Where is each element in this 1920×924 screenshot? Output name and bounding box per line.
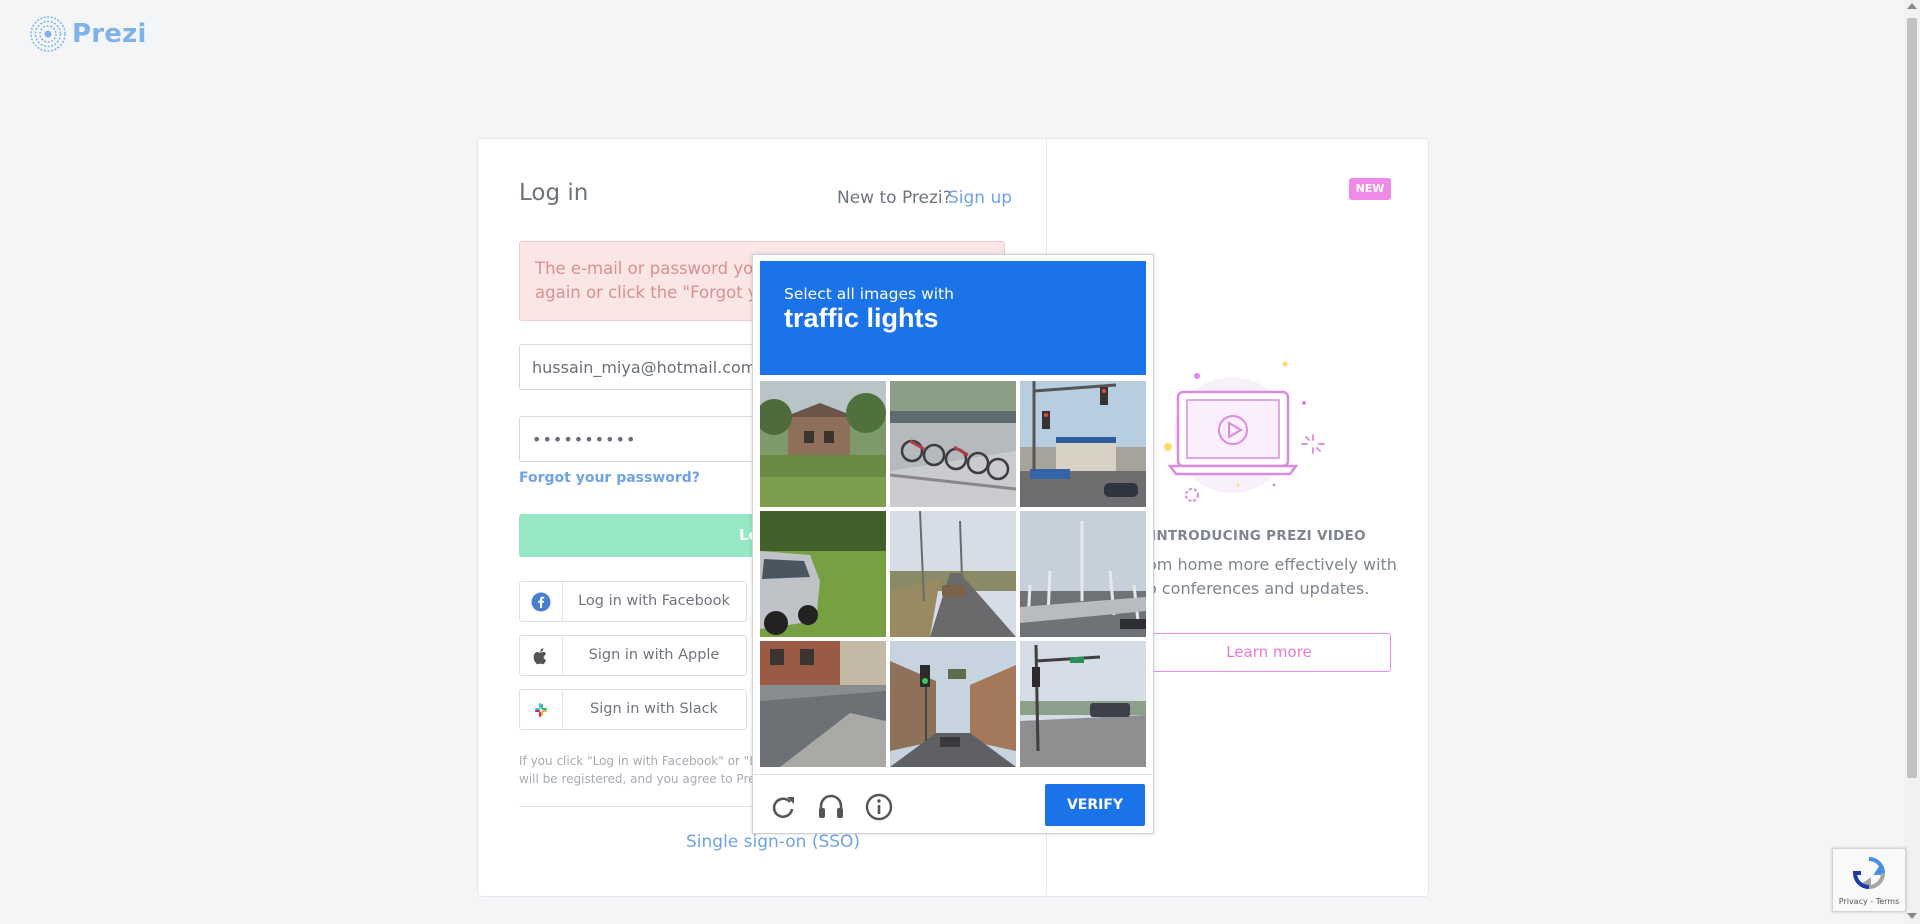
- slack-icon: [520, 690, 563, 729]
- captcha-tile-image: [760, 641, 886, 767]
- promo-description: om home more effectively with o conferen…: [1147, 553, 1397, 601]
- error-line-1: The e-mail or password you e: [535, 259, 780, 278]
- audio-icon[interactable]: [816, 792, 846, 822]
- login-title: Log in: [519, 180, 589, 206]
- scroll-up-arrow-icon[interactable]: [1907, 3, 1917, 9]
- prezi-logo[interactable]: Prezi: [30, 16, 147, 52]
- new-badge: NEW: [1349, 178, 1391, 200]
- slack-signin-label: Sign in with Slack: [590, 701, 718, 717]
- captcha-tile-3[interactable]: [1020, 381, 1146, 507]
- promo-desc-line-2: o conferences and updates.: [1147, 579, 1370, 598]
- facebook-login-button[interactable]: Log in with Facebook: [519, 581, 747, 622]
- forgot-password-link[interactable]: Forgot your password?: [519, 470, 700, 486]
- apple-signin-label: Sign in with Apple: [588, 647, 720, 663]
- recaptcha-badge[interactable]: Privacy - Terms: [1832, 848, 1906, 912]
- info-icon[interactable]: [864, 792, 894, 822]
- prezi-video-illustration: [1164, 361, 1325, 502]
- captcha-tile-8[interactable]: [890, 641, 1016, 767]
- captcha-tile-9[interactable]: [1020, 641, 1146, 767]
- verify-button[interactable]: VERIFY: [1045, 784, 1145, 826]
- captcha-tile-image: [1020, 381, 1146, 507]
- error-message: The e-mail or password you e again or cl…: [535, 257, 785, 305]
- captcha-tile-image: [890, 381, 1016, 507]
- captcha-target: traffic lights: [784, 303, 939, 333]
- apple-signin-button[interactable]: Sign in with Apple: [519, 635, 747, 676]
- facebook-icon: [520, 582, 563, 621]
- brand-name: Prezi: [72, 19, 147, 49]
- scroll-down-arrow-icon[interactable]: [1907, 913, 1917, 919]
- captcha-tile-7[interactable]: [760, 641, 886, 767]
- captcha-footer-divider: [752, 774, 1152, 775]
- learn-more-button[interactable]: Learn more: [1147, 633, 1391, 672]
- captcha-prompt: Select all images with: [784, 285, 954, 303]
- recaptcha-badge-text: Privacy - Terms: [1838, 897, 1900, 906]
- promo-title: INTRODUCING PREZI VIDEO: [1151, 528, 1366, 544]
- captcha-tile-image: [1020, 511, 1146, 637]
- terms-fine-print: If you click "Log in with Facebook" or "…: [519, 752, 775, 788]
- sign-up-link[interactable]: Sign up: [948, 188, 1012, 208]
- fine-line-1: If you click "Log in with Facebook" or "…: [519, 754, 771, 768]
- captcha-tile-2[interactable]: [890, 381, 1016, 507]
- sso-link[interactable]: Single sign-on (SSO): [686, 832, 860, 852]
- captcha-tile-1[interactable]: [760, 381, 886, 507]
- reload-icon[interactable]: [768, 792, 798, 822]
- prezi-logo-icon: [30, 16, 66, 52]
- captcha-tile-image: [1020, 641, 1146, 767]
- fine-line-2: will be registered, and you agree to Pre…: [519, 772, 775, 786]
- recaptcha-logo-icon: [1852, 857, 1886, 890]
- captcha-header: Select all images with traffic lights: [760, 261, 1146, 375]
- captcha-tile-6[interactable]: [1020, 511, 1146, 637]
- apple-icon: [520, 636, 563, 675]
- facebook-login-label: Log in with Facebook: [578, 593, 730, 609]
- captcha-tile-image: [890, 511, 1016, 637]
- captcha-tile-image: [890, 641, 1016, 767]
- promo-desc-line-1: om home more effectively with: [1147, 555, 1397, 574]
- new-to-prezi-text: New to Prezi?: [837, 188, 952, 208]
- captcha-tile-image: [760, 511, 886, 637]
- captcha-tile-5[interactable]: [890, 511, 1016, 637]
- slack-signin-button[interactable]: Sign in with Slack: [519, 689, 747, 730]
- captcha-tile-image: [760, 381, 886, 507]
- captcha-tile-4[interactable]: [760, 511, 886, 637]
- scrollbar-thumb[interactable]: [1907, 18, 1917, 778]
- error-line-2: again or click the "Forgot you: [535, 283, 779, 302]
